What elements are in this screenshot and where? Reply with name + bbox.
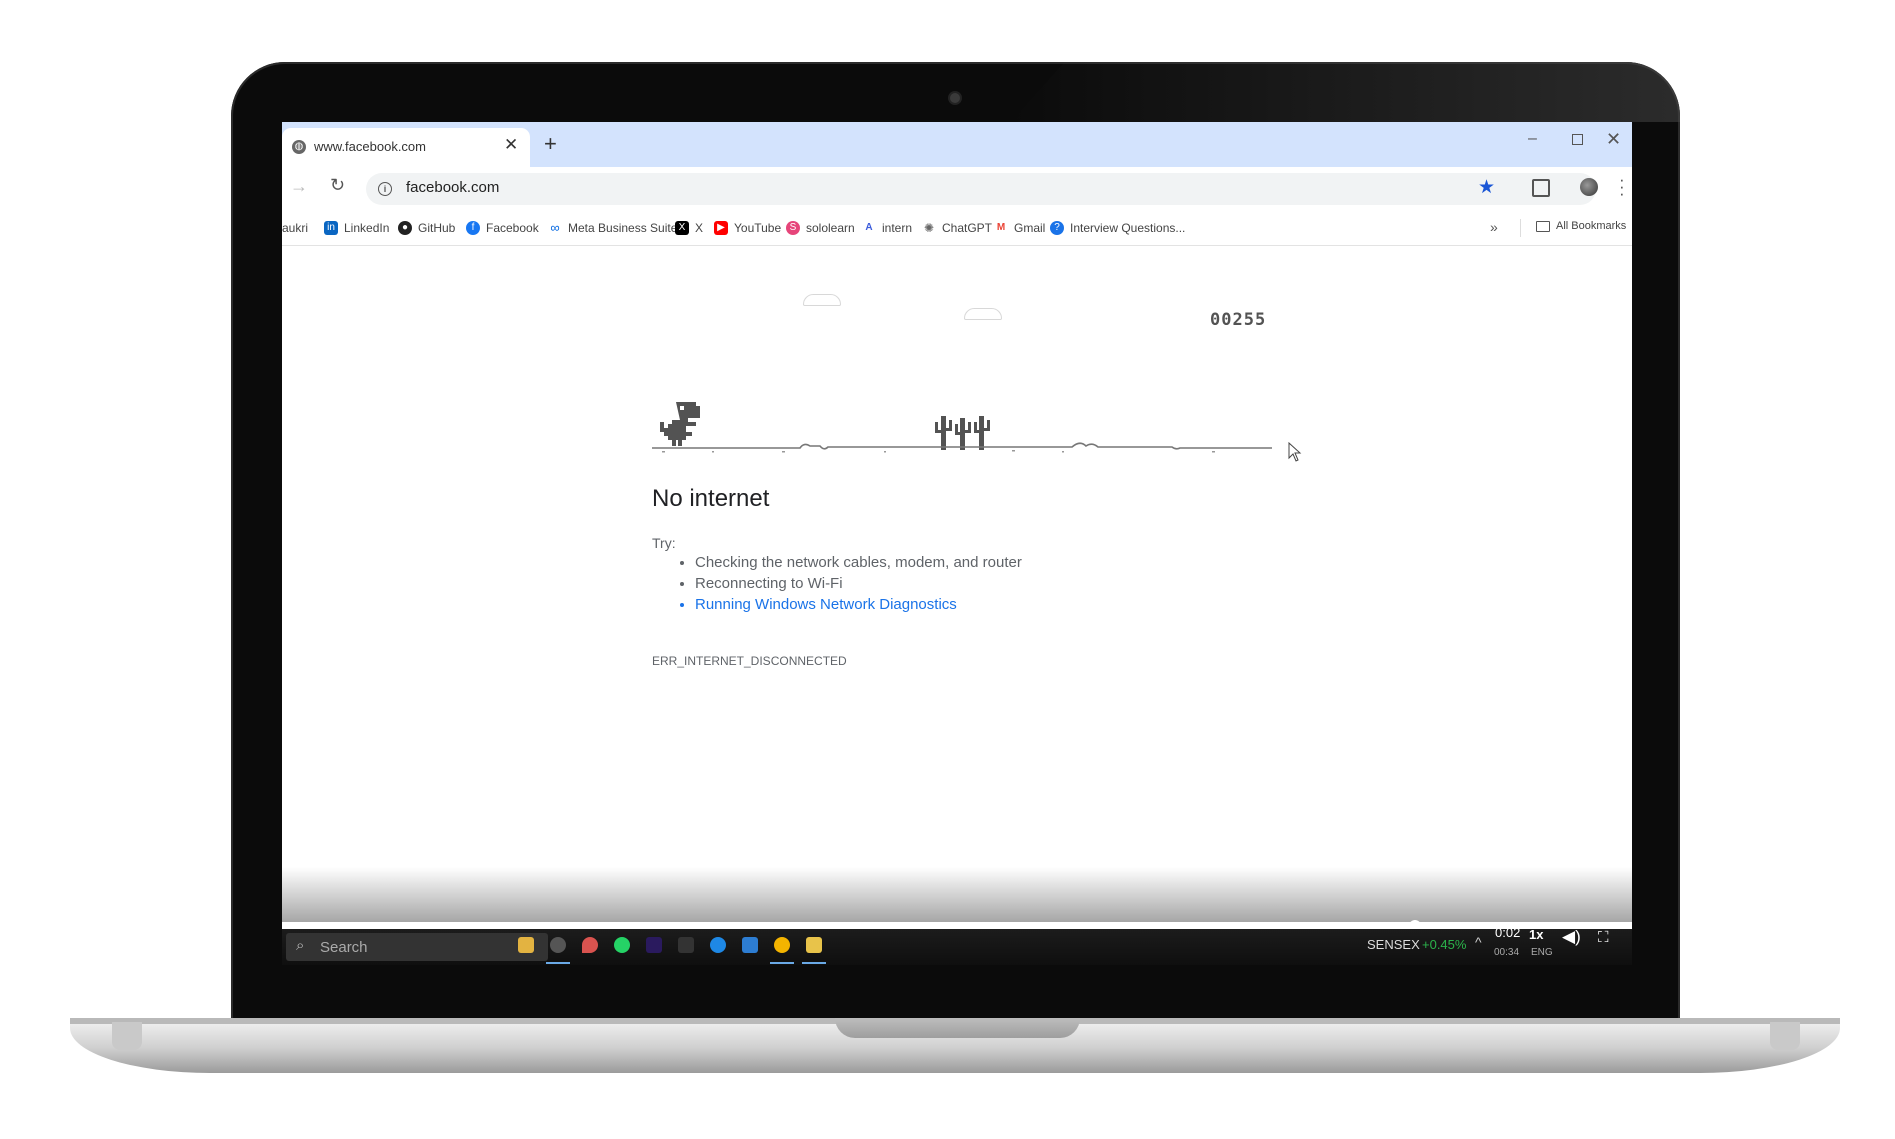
suggestion-item: Reconnecting to Wi-Fi xyxy=(695,573,1022,594)
intern-icon: A xyxy=(865,221,873,233)
laptop-hinge-notch xyxy=(835,1018,1080,1038)
kebab-menu-icon[interactable]: · · · xyxy=(1619,171,1625,202)
laptop-screen: ◍ www.facebook.com ✕ + – ✕ → ↻ i faceboo… xyxy=(282,122,1632,965)
youtube-icon: ▶ xyxy=(714,220,728,235)
suggestion-item: Checking the network cables, modem, and … xyxy=(695,552,1022,573)
whatsapp-icon[interactable] xyxy=(614,937,630,953)
playback-speed-button[interactable]: 1x xyxy=(1529,927,1543,942)
bookmark-star-icon[interactable]: ★ xyxy=(1478,176,1495,199)
suggestion-list: Checking the network cables, modem, and … xyxy=(670,552,1022,615)
dino-game-canvas[interactable] xyxy=(652,402,1292,492)
app-icon[interactable] xyxy=(582,937,598,953)
chatgpt-icon: ✺ xyxy=(923,220,935,235)
vscode-icon[interactable] xyxy=(742,937,758,953)
laptop-foot-left xyxy=(112,1022,142,1050)
chevron-up-icon[interactable]: ^ xyxy=(1475,934,1482,950)
mouse-cursor-icon xyxy=(1288,442,1302,462)
video-duration: 00:34 xyxy=(1494,947,1520,958)
bookmark-linkedin[interactable]: in LinkedIn xyxy=(324,220,389,236)
url-text[interactable]: facebook.com xyxy=(406,179,499,196)
all-bookmarks-button[interactable]: All Bookmarks xyxy=(1536,220,1626,232)
site-info-icon[interactable]: i xyxy=(378,182,392,196)
new-tab-button[interactable]: + xyxy=(544,131,557,157)
reload-icon[interactable]: ↻ xyxy=(330,175,345,196)
address-bar[interactable] xyxy=(366,173,1596,205)
search-icon: ⌕ xyxy=(296,937,305,954)
file-explorer-icon[interactable] xyxy=(518,937,534,953)
bookmark-github[interactable]: ● GitHub xyxy=(398,220,455,236)
bookmark-chatgpt[interactable]: ✺ ChatGPT xyxy=(922,220,992,236)
fullscreen-icon[interactable]: ⛶ xyxy=(1598,929,1609,946)
try-label: Try: xyxy=(652,535,676,551)
interview-icon: ? xyxy=(1050,220,1064,235)
network-diagnostics-link[interactable]: Running Windows Network Diagnostics xyxy=(695,594,1022,615)
browser-toolbar: → ↻ i facebook.com ★ · · · xyxy=(282,167,1632,211)
error-title: No internet xyxy=(652,485,770,512)
bookmark-intern[interactable]: Aintern xyxy=(862,220,912,236)
windows-taskbar: ⌕ Search SENSEX +0.45% ^ 0:02 00:34 1x E… xyxy=(282,925,1632,965)
sensex-change: +0.45% xyxy=(1422,937,1467,952)
close-tab-icon[interactable]: ✕ xyxy=(504,135,518,155)
bookmark-naukri[interactable]: aukri xyxy=(282,220,308,236)
tab-strip: ◍ www.facebook.com ✕ + – ✕ xyxy=(282,122,1632,167)
edge-icon[interactable] xyxy=(710,937,726,953)
sensex-label[interactable]: SENSEX xyxy=(1367,937,1420,952)
volume-icon[interactable]: ◀) xyxy=(1562,927,1581,947)
sololearn-icon: S xyxy=(786,220,800,235)
bookmark-meta-business-suite[interactable]: ∞ Meta Business Suite xyxy=(548,220,677,236)
browser-tab[interactable]: ◍ www.facebook.com ✕ xyxy=(282,128,530,167)
window-close-icon[interactable]: ✕ xyxy=(1606,129,1621,150)
terminal-icon[interactable] xyxy=(678,937,694,953)
bookmark-interview-questions[interactable]: ? Interview Questions... xyxy=(1050,220,1185,236)
meta-icon: ∞ xyxy=(550,219,560,235)
notes-icon[interactable] xyxy=(806,937,822,953)
gmail-icon: M xyxy=(996,221,1006,233)
ground-line xyxy=(652,442,1272,453)
active-app-indicator xyxy=(802,962,826,964)
game-score: 00255 xyxy=(1210,310,1267,330)
profile-avatar[interactable] xyxy=(1580,178,1598,196)
bookmark-youtube[interactable]: ▶ YouTube xyxy=(714,220,781,236)
github-icon: ● xyxy=(398,220,412,235)
linkedin-icon: in xyxy=(324,220,338,235)
facebook-icon: f xyxy=(466,220,480,235)
active-app-indicator xyxy=(770,962,794,964)
tab-title: www.facebook.com xyxy=(314,139,426,154)
forward-icon[interactable]: → xyxy=(290,176,308,197)
bezel-reflection xyxy=(1011,62,1680,122)
cloud-icon xyxy=(803,294,841,306)
webcam xyxy=(950,93,960,103)
bookmark-gmail[interactable]: M Gmail xyxy=(994,220,1046,236)
active-app-indicator xyxy=(546,962,570,964)
bookmarks-bar: aukri in LinkedIn ● GitHub f Facebook ∞ Meta… xyxy=(282,211,1632,246)
video-current-time: 0:02 xyxy=(1495,925,1521,940)
bookmark-facebook[interactable]: f Facebook xyxy=(466,220,539,236)
bookmarks-divider xyxy=(1520,219,1521,237)
search-label: Search xyxy=(320,939,368,956)
premiere-icon[interactable] xyxy=(646,937,662,953)
cloud-icon xyxy=(964,308,1002,320)
restore-icon[interactable] xyxy=(1572,134,1583,145)
x-icon: X xyxy=(675,220,689,235)
bookmarks-overflow-icon[interactable]: » xyxy=(1490,219,1498,235)
minimize-icon[interactable]: – xyxy=(1528,130,1537,148)
taskbar-search-box[interactable]: ⌕ Search xyxy=(286,933,548,961)
error-code: ERR_INTERNET_DISCONNECTED xyxy=(652,654,847,668)
video-controls-shade xyxy=(282,867,1632,922)
app-icon[interactable] xyxy=(550,937,566,953)
language-indicator[interactable]: ENG xyxy=(1531,947,1553,958)
folder-icon xyxy=(1536,220,1550,232)
chrome-icon[interactable] xyxy=(774,937,790,953)
extensions-icon[interactable] xyxy=(1532,179,1550,197)
bookmark-x[interactable]: XX xyxy=(675,220,703,236)
bookmark-sololearn[interactable]: Ssololearn xyxy=(786,220,855,236)
laptop-foot-right xyxy=(1770,1022,1800,1050)
globe-icon: ◍ xyxy=(292,140,306,154)
